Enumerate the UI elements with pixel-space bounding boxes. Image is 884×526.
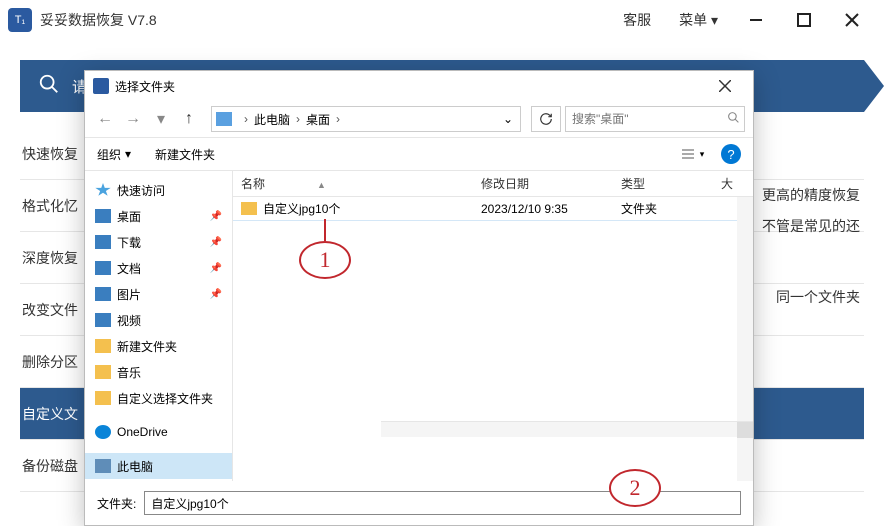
breadcrumb-this-pc[interactable]: 此电脑 [254, 111, 290, 128]
sidebar-item-pictures[interactable]: 图片📌 [85, 281, 232, 307]
pin-icon: 📌 [210, 289, 222, 300]
chevron-right-icon: › [296, 112, 300, 126]
file-row[interactable]: 自定义jpg10个 2023/12/10 9:35 文件夹 [233, 197, 753, 221]
folder-icon [95, 391, 111, 405]
folder-picker-dialog: 选择文件夹 ← → ▾ ↑ › 此电脑 › 桌面 › ⌄ 组织 ▾ 新 [84, 70, 754, 526]
onedrive-icon [95, 425, 111, 439]
chevron-down-icon: ▾ [125, 147, 131, 161]
search-input[interactable] [572, 112, 727, 126]
right-hints: 更高的精度恢复 不管是常见的还 同一个文件夹 [762, 180, 860, 312]
star-icon [95, 183, 111, 197]
maximize-button[interactable] [780, 0, 828, 40]
view-options-button[interactable]: ▾ [675, 142, 711, 166]
minimize-button[interactable] [732, 0, 780, 40]
dialog-titlebar: 选择文件夹 [85, 71, 753, 101]
sidebar-item-videos[interactable]: 视频 [85, 307, 232, 333]
pin-icon: 📌 [210, 237, 222, 248]
sidebar-item-music[interactable]: 音乐 [85, 359, 232, 385]
search-icon [38, 73, 60, 100]
folder-icon [241, 202, 257, 215]
menu-link[interactable]: 菜单 ▾ [679, 10, 718, 30]
dialog-title: 选择文件夹 [115, 78, 175, 95]
folder-label: 文件夹: [97, 495, 136, 512]
chevron-down-icon: ▾ [700, 149, 705, 160]
dialog-sidebar: 快速访问 桌面📌 下载📌 文档📌 图片📌 视频 新建文件夹 音乐 自定义选择文件… [85, 171, 233, 481]
breadcrumb-desktop[interactable]: 桌面 [306, 111, 330, 128]
chevron-right-icon: › [244, 112, 248, 126]
pc-icon [216, 112, 232, 126]
column-size[interactable]: 大 [721, 175, 753, 192]
sidebar-onedrive[interactable]: OneDrive [85, 419, 232, 445]
chevron-down-icon: ▾ [711, 12, 718, 28]
vertical-scrollbar[interactable] [737, 197, 753, 481]
column-name[interactable]: 名称▲ [241, 175, 481, 192]
customer-service-link[interactable]: 客服 [623, 10, 651, 30]
sidebar-quick-access[interactable]: 快速访问 [85, 177, 232, 203]
help-button[interactable]: ? [721, 144, 741, 164]
close-button[interactable] [828, 0, 876, 40]
titlebar: T₁ 妥妥数据恢复 V7.8 客服 菜单 ▾ [0, 0, 884, 40]
pin-icon: 📌 [210, 211, 222, 222]
dialog-nav: ← → ▾ ↑ › 此电脑 › 桌面 › ⌄ [85, 101, 753, 137]
sidebar-item-documents[interactable]: 文档📌 [85, 255, 232, 281]
search-icon [727, 111, 740, 127]
new-folder-button[interactable]: 新建文件夹 [155, 146, 215, 163]
search-box[interactable] [565, 106, 745, 132]
address-dropdown-button[interactable]: ⌄ [500, 112, 516, 126]
download-icon [95, 235, 111, 249]
dialog-footer: 文件夹: [85, 481, 753, 525]
nav-back-button[interactable]: ← [93, 107, 117, 131]
nav-forward-button[interactable]: → [121, 107, 145, 131]
music-icon [95, 365, 111, 379]
nav-recent-dropdown[interactable]: ▾ [149, 107, 173, 131]
file-name: 自定义jpg10个 [263, 200, 340, 217]
dialog-toolbar: 组织 ▾ 新建文件夹 ▾ ? [85, 137, 753, 171]
app-icon: T₁ [8, 8, 32, 32]
nav-up-button[interactable]: ↑ [177, 107, 201, 131]
desktop-icon [95, 209, 111, 223]
sidebar-this-pc[interactable]: 此电脑 [85, 453, 232, 479]
column-headers: 名称▲ 修改日期 类型 大 [233, 171, 753, 197]
document-icon [95, 261, 111, 275]
sidebar-item-downloads[interactable]: 下载📌 [85, 229, 232, 255]
picture-icon [95, 287, 111, 301]
refresh-button[interactable] [531, 106, 561, 132]
file-date: 2023/12/10 9:35 [481, 202, 621, 216]
sidebar-item-desktop[interactable]: 桌面📌 [85, 203, 232, 229]
sidebar-item-new-folder[interactable]: 新建文件夹 [85, 333, 232, 359]
file-list: 自定义jpg10个 2023/12/10 9:35 文件夹 [233, 197, 753, 481]
dialog-close-button[interactable] [705, 71, 745, 101]
column-type[interactable]: 类型 [621, 175, 721, 192]
organize-dropdown[interactable]: 组织 ▾ [97, 146, 131, 163]
horizontal-scrollbar[interactable] [381, 421, 753, 437]
folder-input[interactable] [144, 491, 741, 515]
video-icon [95, 313, 111, 327]
file-type: 文件夹 [621, 200, 721, 217]
dialog-icon [93, 78, 109, 94]
dialog-content: 名称▲ 修改日期 类型 大 自定义jpg10个 2023/12/10 9:35 … [233, 171, 753, 481]
address-bar[interactable]: › 此电脑 › 桌面 › ⌄ [211, 106, 521, 132]
sort-indicator-icon: ▲ [317, 180, 326, 190]
pin-icon: 📌 [210, 263, 222, 274]
folder-icon [95, 339, 111, 353]
chevron-right-icon: › [336, 112, 340, 126]
app-title: 妥妥数据恢复 V7.8 [40, 10, 157, 30]
pc-icon [95, 459, 111, 473]
column-date[interactable]: 修改日期 [481, 175, 621, 192]
sidebar-item-custom-folder[interactable]: 自定义选择文件夹 [85, 385, 232, 411]
